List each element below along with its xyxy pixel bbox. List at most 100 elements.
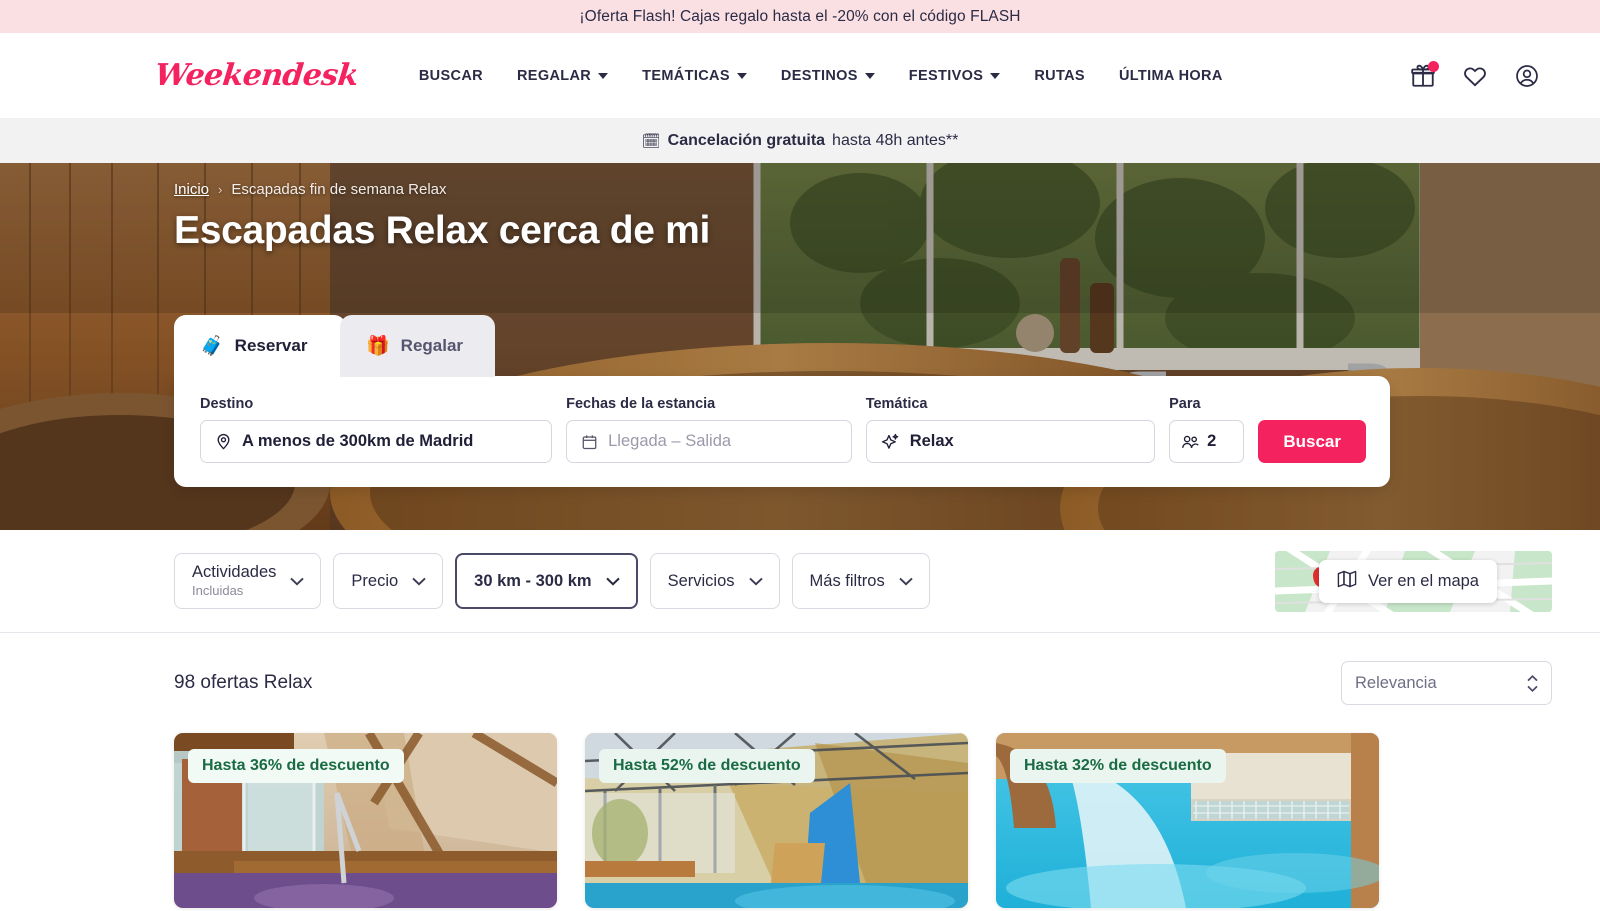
luggage-icon: 🧳 <box>200 336 224 357</box>
destination-field: Destino A menos de 300km de Madrid <box>200 396 553 463</box>
main-navigation: BUSCAR REGALAR TEMÁTICAS DESTINOS FESTIV… <box>402 68 1240 84</box>
dates-field: Fechas de la estancia Llegada – Salida <box>566 396 852 463</box>
filter-label: Precio <box>351 571 399 590</box>
offer-photo: Hasta 36% de descuento <box>174 733 557 908</box>
nav-item-destinos[interactable]: DESTINOS <box>764 68 892 84</box>
guests-value: 2 <box>1207 432 1217 450</box>
theme-label: Temática <box>865 396 928 412</box>
results-section: 98 ofertas Relax Relevancia Hasta 36% de… <box>0 633 1600 908</box>
map-icon <box>1337 570 1357 593</box>
results-card-grid: Hasta 36% de descuento Hasta 52% de desc… <box>174 733 1552 908</box>
offer-card[interactable]: Hasta 36% de descuento <box>174 733 557 908</box>
sparkle-icon <box>881 432 900 451</box>
offer-photo: Hasta 52% de descuento <box>585 733 968 908</box>
heart-icon[interactable] <box>1462 63 1488 89</box>
search-tabs: 🧳 Reservar 🎁 Regalar <box>174 315 1390 377</box>
view-on-map-button[interactable]: Ver en el mapa <box>1319 559 1497 603</box>
sort-value: Relevancia <box>1355 673 1437 692</box>
filter-servicios[interactable]: Servicios <box>649 553 780 609</box>
filter-label: 30 km - 300 km <box>474 571 592 590</box>
search-widget: 🧳 Reservar 🎁 Regalar Destino A menos de … <box>174 315 1390 487</box>
theme-field: Temática Relax <box>865 396 1156 463</box>
tab-reservar[interactable]: 🧳 Reservar <box>174 315 346 377</box>
chevron-down-icon <box>412 577 426 586</box>
nav-label: REGALAR <box>516 67 592 84</box>
nav-label: BUSCAR <box>418 67 483 84</box>
chevron-down-icon <box>748 577 763 586</box>
cancellation-bold-text: Cancelación gratuita <box>667 131 826 149</box>
map-preview-thumbnail[interactable]: Ver en el mapa <box>1275 550 1552 612</box>
nav-item-regalar[interactable]: REGALAR <box>500 68 625 84</box>
filter-chip-group: Actividades Incluidas Precio 30 km - 300… <box>174 553 930 609</box>
page-title: Escapadas Relax cerca de mi <box>174 209 711 252</box>
filter-sublabel: Incluidas <box>192 583 244 599</box>
gift-icon[interactable] <box>1410 60 1439 89</box>
hero-section: Inicio › Escapadas fin de semana Relax E… <box>0 163 1600 530</box>
nav-item-tematicas[interactable]: TEMÁTICAS <box>625 68 764 84</box>
search-submit-button[interactable]: Buscar <box>1258 420 1366 463</box>
tab-regalar[interactable]: 🎁 Regalar <box>340 315 496 377</box>
nav-item-buscar[interactable]: BUSCAR <box>402 68 500 84</box>
flash-offer-banner: ¡Oferta Flash! Cajas regalo hasta el -20… <box>0 0 1600 33</box>
chevron-down-icon <box>290 577 305 586</box>
dates-label: Fechas de la estancia <box>566 396 716 412</box>
location-pin-icon <box>215 432 232 451</box>
weekendesk-logo[interactable]: Weekendesk <box>153 58 360 93</box>
discount-badge: Hasta 36% de descuento <box>188 749 404 783</box>
breadcrumb-current: Escapadas fin de semana Relax <box>231 181 447 198</box>
breadcrumb-home-link[interactable]: Inicio <box>174 181 209 198</box>
discount-badge: Hasta 32% de descuento <box>1010 749 1226 783</box>
nav-label: FESTIVOS <box>908 67 984 84</box>
search-panel: Destino A menos de 300km de Madrid Fecha… <box>174 376 1390 487</box>
destination-input[interactable]: A menos de 300km de Madrid <box>200 420 553 463</box>
chevron-down-icon <box>605 577 620 586</box>
guests-field: Para 2 <box>1169 396 1245 463</box>
nav-item-rutas[interactable]: RUTAS <box>1017 68 1102 84</box>
view-on-map-label: Ver en el mapa <box>1368 571 1479 590</box>
filter-mas-filtros[interactable]: Más filtros <box>791 553 930 609</box>
theme-input[interactable]: Relax <box>865 420 1156 463</box>
gift-box-icon: 🎁 <box>366 336 390 357</box>
header-icon-group <box>1410 60 1552 89</box>
offer-card[interactable]: Hasta 32% de descuento <box>996 733 1379 908</box>
dates-input[interactable]: Llegada – Salida <box>566 420 852 463</box>
tab-label: Reservar <box>234 336 308 355</box>
calendar-icon: 🗓 <box>641 132 661 150</box>
nav-item-festivos[interactable]: FESTIVOS <box>892 68 1018 84</box>
chevron-down-icon <box>736 72 747 79</box>
offer-photo: Hasta 32% de descuento <box>996 733 1379 908</box>
filter-distancia[interactable]: 30 km - 300 km <box>455 553 638 609</box>
chevron-down-icon <box>990 72 1001 79</box>
free-cancellation-strip: 🗓 Cancelación gratuita hasta 48h antes** <box>0 118 1600 163</box>
filter-label: Actividades <box>192 563 277 582</box>
dates-placeholder: Llegada – Salida <box>608 432 732 450</box>
nav-item-ultima-hora[interactable]: ÚLTIMA HORA <box>1102 68 1240 84</box>
chevron-down-icon <box>864 72 875 79</box>
sort-select[interactable]: Relevancia <box>1341 661 1552 705</box>
nav-label: DESTINOS <box>780 67 858 84</box>
nav-label: ÚLTIMA HORA <box>1118 67 1223 84</box>
chevron-down-icon <box>899 577 913 586</box>
stepper-icon <box>1527 674 1538 692</box>
filter-bar: Actividades Incluidas Precio 30 km - 300… <box>0 530 1600 633</box>
guests-input[interactable]: 2 <box>1169 420 1245 463</box>
filter-precio[interactable]: Precio <box>333 553 444 609</box>
breadcrumb-separator-icon: › <box>218 182 223 197</box>
guests-label: Para <box>1169 396 1201 412</box>
gift-notification-badge <box>1428 60 1439 72</box>
chevron-down-icon <box>598 72 609 79</box>
results-count: 98 ofertas Relax <box>174 672 313 693</box>
calendar-icon <box>581 433 598 451</box>
destination-label: Destino <box>200 396 254 412</box>
theme-value: Relax <box>909 432 954 450</box>
account-icon[interactable] <box>1514 63 1540 89</box>
flash-offer-text: ¡Oferta Flash! Cajas regalo hasta el -20… <box>579 7 1021 25</box>
discount-badge: Hasta 52% de descuento <box>599 749 815 783</box>
filter-label: Más filtros <box>809 571 885 590</box>
filter-label: Servicios <box>667 571 735 590</box>
site-header: Weekendesk BUSCAR REGALAR TEMÁTICAS DEST… <box>0 33 1600 118</box>
offer-card[interactable]: Hasta 52% de descuento <box>585 733 968 908</box>
nav-label: RUTAS <box>1034 67 1085 84</box>
filter-actividades[interactable]: Actividades Incluidas <box>174 553 322 609</box>
hero-content: Inicio › Escapadas fin de semana Relax E… <box>0 163 1600 253</box>
